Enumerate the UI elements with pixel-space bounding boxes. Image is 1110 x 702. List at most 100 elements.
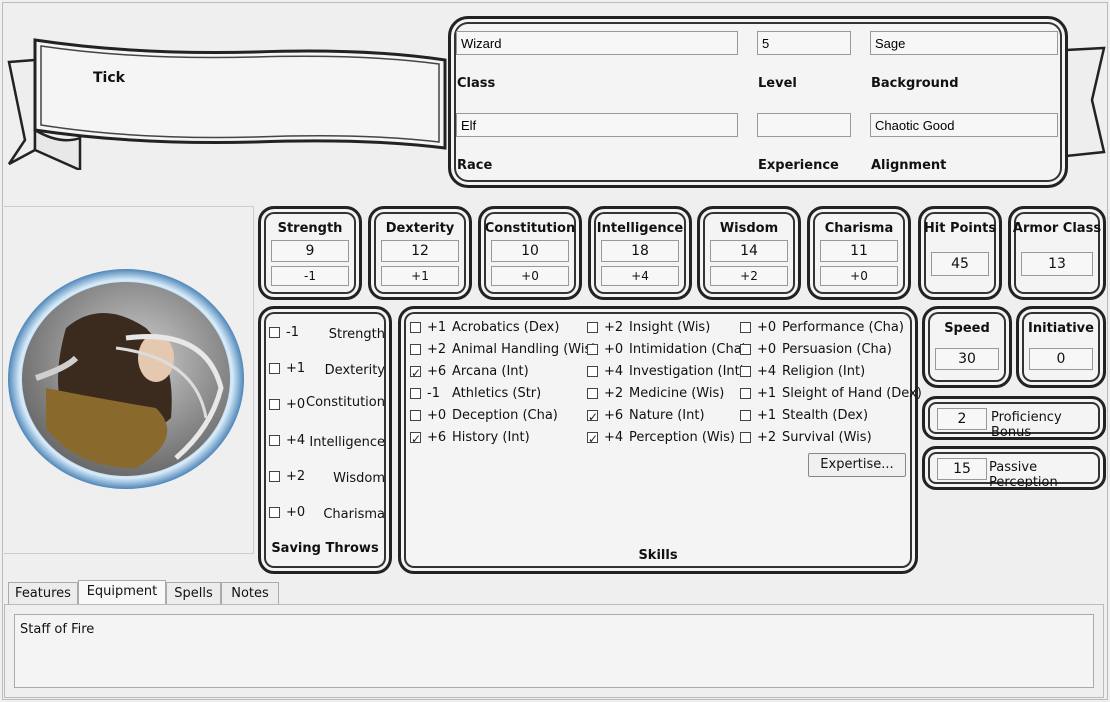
hit-points-label: Hit Points <box>923 221 997 236</box>
skill-row: +1 Sleight of Hand (Dex) <box>740 384 922 404</box>
character-portrait[interactable] <box>6 268 246 490</box>
skill-mod: +2 <box>427 342 447 357</box>
tab-pane-border <box>4 604 1104 698</box>
saving-throw-row: +2 Wisdom <box>269 467 385 487</box>
saving-throws-title: Saving Throws <box>271 541 379 556</box>
character-name[interactable]: Tick <box>93 70 125 86</box>
saving-throw-checkbox[interactable] <box>269 435 280 446</box>
class-input[interactable] <box>456 31 738 55</box>
saving-throw-checkbox[interactable] <box>269 507 280 518</box>
ability-name: Strength <box>277 221 343 236</box>
skill-checkbox[interactable] <box>587 429 598 449</box>
skill-name: History (Int) <box>452 430 530 445</box>
skill-checkbox[interactable] <box>410 363 421 383</box>
skill-name: Stealth (Dex) <box>782 408 869 423</box>
skill-name: Persuasion (Cha) <box>782 342 892 357</box>
skill-checkbox[interactable] <box>740 322 751 333</box>
saving-throw-name: Charisma <box>323 507 385 522</box>
saving-throw-checkbox[interactable] <box>269 327 280 338</box>
ability-score[interactable]: 14 <box>710 240 788 262</box>
saving-throw-row: -1 Strength <box>269 323 385 343</box>
skill-checkbox[interactable] <box>587 366 598 377</box>
skill-mod: +6 <box>427 364 447 379</box>
speed-value[interactable]: 30 <box>935 348 999 370</box>
ability-score[interactable]: 18 <box>601 240 679 262</box>
skill-name: Nature (Int) <box>629 408 705 423</box>
skill-checkbox[interactable] <box>410 429 421 449</box>
saving-throw-row: +0 Constitution <box>269 395 385 415</box>
skill-mod: +4 <box>604 364 624 379</box>
skill-row: +2 Insight (Wis) <box>587 318 710 338</box>
skill-mod: +6 <box>427 430 447 445</box>
ability-score[interactable]: 9 <box>271 240 349 262</box>
background-input[interactable] <box>870 31 1058 55</box>
armor-class-value[interactable]: 13 <box>1021 252 1093 276</box>
skill-mod: +0 <box>427 408 447 423</box>
skill-name: Athletics (Str) <box>452 386 542 401</box>
skill-checkbox[interactable] <box>740 366 751 377</box>
skill-name: Performance (Cha) <box>782 320 904 335</box>
saving-throw-checkbox[interactable] <box>269 399 280 410</box>
ability-panel-strength: Strength 9 -1 <box>258 206 362 300</box>
skill-row: -1 Athletics (Str) <box>410 384 541 404</box>
skill-name: Deception (Cha) <box>452 408 558 423</box>
ability-score[interactable]: 10 <box>491 240 569 262</box>
skill-checkbox[interactable] <box>410 322 421 333</box>
level-input[interactable] <box>757 31 851 55</box>
skill-name: Insight (Wis) <box>629 320 711 335</box>
skill-checkbox[interactable] <box>587 344 598 355</box>
ability-name: Charisma <box>824 221 894 236</box>
ability-panel-intelligence: Intelligence 18 +4 <box>588 206 692 300</box>
skill-mod: +2 <box>604 320 624 335</box>
skill-row: +1 Stealth (Dex) <box>740 406 868 426</box>
skill-checkbox[interactable] <box>740 432 751 443</box>
experience-label: Experience <box>758 158 839 173</box>
skill-mod: +6 <box>604 408 624 423</box>
skill-checkbox[interactable] <box>587 388 598 399</box>
skill-name: Religion (Int) <box>782 364 866 379</box>
race-input[interactable] <box>456 113 738 137</box>
speed-panel: Speed 30 <box>922 306 1012 388</box>
ability-panel-constitution: Constitution 10 +0 <box>478 206 582 300</box>
skill-row: +6 Arcana (Int) <box>410 362 529 383</box>
ability-score[interactable]: 11 <box>820 240 898 262</box>
passive-perception-value[interactable]: 15 <box>937 458 987 480</box>
skill-checkbox[interactable] <box>740 388 751 399</box>
saving-throw-checkbox[interactable] <box>269 471 280 482</box>
initiative-label: Initiative <box>1028 321 1094 336</box>
skill-row: +4 Investigation (Int) <box>587 362 745 382</box>
proficiency-value[interactable]: 2 <box>937 408 987 430</box>
saving-throw-row: +0 Charisma <box>269 503 385 523</box>
expertise-button[interactable]: Expertise... <box>808 453 906 477</box>
skills-title: Skills <box>638 548 678 563</box>
tab-spells[interactable]: Spells <box>166 582 221 604</box>
skill-row: +1 Acrobatics (Dex) <box>410 318 559 338</box>
ability-name: Wisdom <box>719 221 779 236</box>
saving-throw-name: Strength <box>328 327 385 342</box>
experience-input[interactable] <box>757 113 851 137</box>
hit-points-value[interactable]: 45 <box>931 252 989 276</box>
tab-equipment[interactable]: Equipment <box>78 580 166 604</box>
skill-checkbox[interactable] <box>740 410 751 421</box>
alignment-input[interactable] <box>870 113 1058 137</box>
name-banner <box>7 38 447 170</box>
skill-checkbox[interactable] <box>587 322 598 333</box>
saving-throw-name: Intelligence <box>309 435 385 450</box>
tab-notes[interactable]: Notes <box>221 582 279 604</box>
skill-checkbox[interactable] <box>740 344 751 355</box>
skill-row: +0 Persuasion (Cha) <box>740 340 892 360</box>
background-label: Background <box>871 76 959 91</box>
saving-throw-mod: +2 <box>286 469 306 484</box>
skill-checkbox[interactable] <box>410 344 421 355</box>
saving-throw-checkbox[interactable] <box>269 363 280 374</box>
skill-checkbox[interactable] <box>587 407 598 427</box>
skill-mod: +2 <box>604 386 624 401</box>
armor-class-label: Armor Class <box>1012 221 1102 236</box>
tab-features[interactable]: Features <box>8 582 78 604</box>
banner-tail-right <box>1066 46 1106 158</box>
skill-checkbox[interactable] <box>410 388 421 399</box>
skill-checkbox[interactable] <box>410 410 421 421</box>
initiative-value[interactable]: 0 <box>1029 348 1093 370</box>
skill-mod: +0 <box>757 320 777 335</box>
ability-score[interactable]: 12 <box>381 240 459 262</box>
